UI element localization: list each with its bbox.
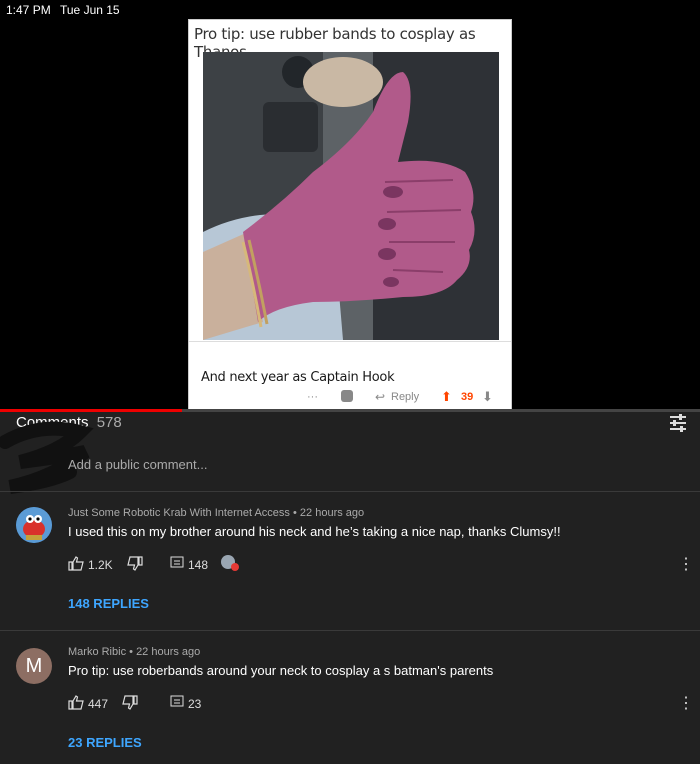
vote-count: 39 (461, 391, 474, 403)
like-count: 447 (88, 697, 109, 711)
reply-actions: ··· ↩ Reply ⬆ 39 ⬇ (189, 389, 511, 408)
thumbs-up-photo (203, 52, 499, 340)
comment-time: 22 hours ago (136, 646, 201, 658)
downvote-icon: ⬇ (482, 389, 493, 404)
reply-icon[interactable] (170, 556, 184, 573)
reply-count: 148 (188, 557, 209, 572)
like-icon[interactable] (68, 556, 84, 574)
reply-count: 23 (188, 696, 202, 711)
avatar-letter: M (25, 654, 43, 677)
more-options-icon[interactable]: ⋮ (678, 693, 694, 713)
comment-text: Pro tip: use roberbands around your neck… (68, 663, 494, 678)
comment-text: I used this on my brother around his nec… (68, 524, 561, 539)
comments-panel: Comments 578 Add a public comment... Jus… (0, 412, 700, 764)
add-comment-input[interactable]: Add a public comment... (68, 457, 207, 472)
more-options-icon[interactable]: ⋮ (678, 554, 694, 574)
like-icon[interactable] (68, 695, 84, 713)
sort-icon[interactable] (668, 414, 688, 432)
video-player[interactable]: Pro tip: use rubber bands to cosplay as … (0, 0, 700, 412)
view-replies-link[interactable]: 23 REPLIES (68, 735, 142, 750)
comments-count: 578 (96, 414, 122, 431)
dislike-icon[interactable] (126, 556, 143, 574)
avatar[interactable]: M (16, 648, 52, 684)
reply-icon[interactable] (170, 695, 184, 712)
upvote-icon: ⬆ (441, 389, 452, 404)
comment-item: M Marko Ribic • 22 hours ago Pro tip: us… (0, 631, 700, 764)
status-bar: 1:47 PM Tue Jun 15 (0, 0, 700, 20)
reply-arrow-icon: ↩ (375, 390, 386, 404)
status-time: 1:47 PM (6, 3, 51, 17)
creator-heart-icon (220, 554, 239, 572)
view-replies-link[interactable]: 148 REPLIES (68, 596, 149, 611)
reply-label: Reply (391, 391, 420, 403)
status-date: Tue Jun 15 (60, 3, 120, 17)
comment-author[interactable]: Marko Ribic (68, 646, 126, 658)
comment-item: Just Some Robotic Krab With Internet Acc… (0, 492, 700, 630)
like-count: 1.2K (88, 558, 113, 572)
award-icon (341, 390, 353, 402)
more-dots-icon: ··· (307, 391, 318, 403)
screenshot-card: Pro tip: use rubber bands to cosplay as … (188, 19, 512, 412)
crab-avatar[interactable] (16, 507, 52, 543)
dislike-icon[interactable] (122, 695, 138, 713)
card-divider (189, 341, 511, 342)
reply-comment-text: And next year as Captain Hook (201, 370, 395, 385)
comment-author[interactable]: Just Some Robotic Krab With Internet Acc… (68, 507, 290, 519)
comment-time: 22 hours ago (299, 507, 365, 519)
